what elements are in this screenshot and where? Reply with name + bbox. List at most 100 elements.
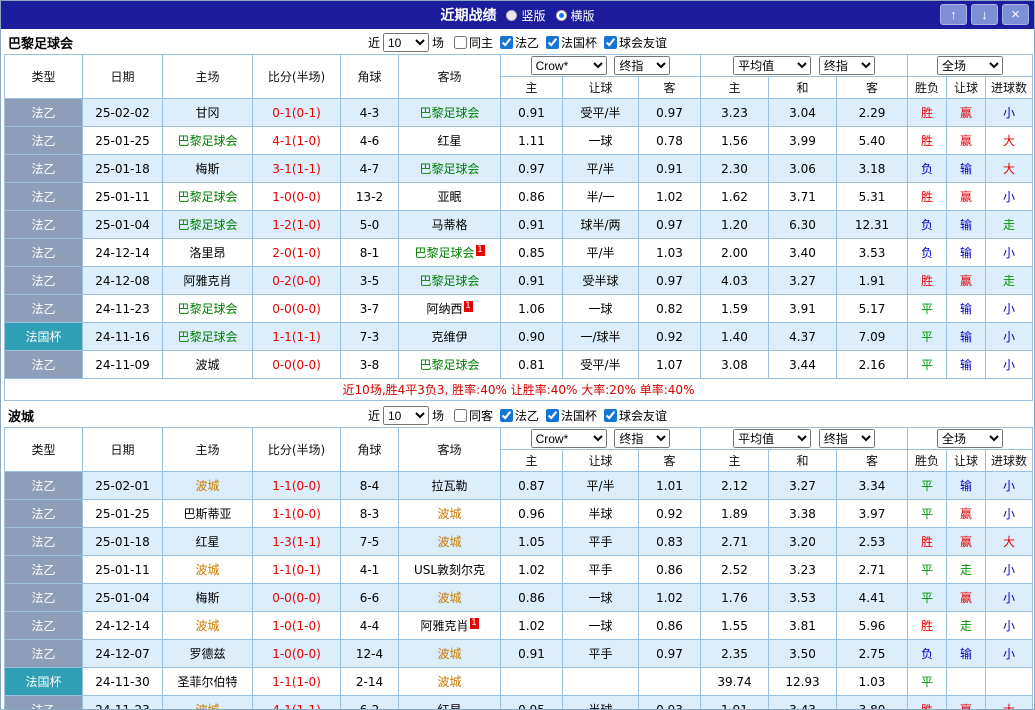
goals-result-cell: 走 (986, 267, 1033, 295)
ah-away-odds-cell: 1.07 (639, 351, 701, 379)
checkbox-icon[interactable] (546, 409, 559, 422)
result-cell: 负 (908, 155, 947, 183)
result-cell: 平 (908, 351, 947, 379)
filter-checkbox-3[interactable]: 球会友谊 (604, 407, 667, 424)
league-cell: 法乙 (5, 696, 83, 710)
league-cell: 法乙 (5, 528, 83, 556)
home-team-cell: 波城 (163, 351, 253, 379)
result-cell: 胜 (908, 696, 947, 710)
home-team-cell: 波城 (163, 612, 253, 640)
filter-checkbox-2[interactable]: 法国杯 (546, 34, 597, 51)
match-count-select[interactable]: 10 (383, 406, 429, 425)
handicap-result-cell: 赢 (947, 500, 986, 528)
checkbox-icon[interactable] (500, 409, 513, 422)
ah-home-odds-cell: 0.90 (501, 323, 563, 351)
checkbox-icon[interactable] (604, 409, 617, 422)
radio-vertical-layout[interactable]: 竖版 (506, 7, 545, 24)
eu-home-odds-cell: 1.20 (701, 211, 769, 239)
close-button[interactable]: × (1002, 4, 1029, 25)
filter-games-label: 场 (432, 34, 444, 51)
ah-line-cell: 平/半 (563, 155, 639, 183)
goals-result-cell: 小 (986, 183, 1033, 211)
corner-cell: 8-3 (341, 500, 399, 528)
radio-horizontal-layout[interactable]: 横版 (556, 7, 595, 24)
odds-company-select[interactable]: Crow* (531, 429, 607, 448)
table-row: 法乙 24-12-08 阿雅克肖 0-2(0-0) 3-5 巴黎足球会 0.91… (5, 267, 1033, 295)
filter-checkbox-1[interactable]: 法乙 (500, 34, 539, 51)
away-team-cell: 克维伊 (399, 323, 501, 351)
date-cell: 25-02-01 (83, 472, 163, 500)
filter-checkbox-3[interactable]: 球会友谊 (604, 34, 667, 51)
team-text: 甘冈 (195, 106, 219, 120)
corner-cell: 8-4 (341, 472, 399, 500)
euro-odds-time-select[interactable]: 终指 (819, 56, 875, 75)
checkbox-icon[interactable] (454, 36, 467, 49)
team-text: 巴黎足球会 (177, 330, 237, 344)
result-scope-select[interactable]: 全场 (937, 429, 1003, 448)
match-count-select[interactable]: 10 (383, 33, 429, 52)
team-sections: 巴黎足球会 近 10 场 同主法乙法国杯球会友谊 类型 日期 主场 (1, 29, 1034, 710)
ah-home-odds-cell: 0.95 (501, 696, 563, 710)
euro-odds-time-select[interactable]: 终指 (819, 429, 875, 448)
league-cell: 法乙 (5, 155, 83, 183)
score-cell: 1-0(0-0) (253, 183, 341, 211)
checkbox-icon[interactable] (454, 409, 467, 422)
team-text: 阿雅克肖 (420, 619, 468, 633)
ah-line-cell: 一球 (563, 584, 639, 612)
ah-home-odds-cell: 1.05 (501, 528, 563, 556)
odds-company-select[interactable]: Crow* (531, 56, 607, 75)
result-scope-select[interactable]: 全场 (937, 56, 1003, 75)
result-cell: 胜 (908, 267, 947, 295)
date-cell: 24-11-16 (83, 323, 163, 351)
euro-odds-source-select[interactable]: 平均值 (733, 429, 811, 448)
date-cell: 25-01-18 (83, 155, 163, 183)
eu-draw-odds-cell: 3.99 (769, 127, 837, 155)
home-team-cell: 波城 (163, 556, 253, 584)
scroll-down-button[interactable]: ↓ (971, 4, 998, 25)
eu-away-odds-cell: 2.29 (837, 99, 908, 127)
eu-draw-odds-cell: 3.23 (769, 556, 837, 584)
team-name: 波城 (8, 406, 34, 425)
eu-away-odds-cell: 2.75 (837, 640, 908, 668)
team-text: 红星 (437, 134, 461, 148)
table-row: 法国杯 24-11-30 圣菲尔伯特 1-1(1-0) 2-14 波城 39.7… (5, 668, 1033, 696)
asian-odds-time-select[interactable]: 终指 (614, 56, 670, 75)
date-cell: 25-01-18 (83, 528, 163, 556)
asian-odds-time-select[interactable]: 终指 (614, 429, 670, 448)
team-text: 拉瓦勒 (431, 479, 467, 493)
filter-games-label: 场 (432, 407, 444, 424)
filter-checkbox-2[interactable]: 法国杯 (546, 407, 597, 424)
ah-home-odds-cell: 1.06 (501, 295, 563, 323)
goals-result-cell: 小 (986, 500, 1033, 528)
handicap-result-cell: 输 (947, 351, 986, 379)
filter-checkbox-0[interactable]: 同主 (454, 34, 493, 51)
checkbox-icon[interactable] (500, 36, 513, 49)
filter-checkbox-1[interactable]: 法乙 (500, 407, 539, 424)
date-cell: 25-02-02 (83, 99, 163, 127)
checkbox-label: 球会友谊 (619, 407, 667, 424)
eu-home-odds-cell: 2.35 (701, 640, 769, 668)
col-header-date: 日期 (83, 55, 163, 99)
checkbox-icon[interactable] (604, 36, 617, 49)
team-text: 波城 (195, 563, 219, 577)
league-cell: 法乙 (5, 295, 83, 323)
handicap-result-cell: 赢 (947, 267, 986, 295)
table-row: 法乙 25-01-04 巴黎足球会 1-2(1-0) 5-0 马蒂格 0.91 … (5, 211, 1033, 239)
handicap-result-cell: 赢 (947, 127, 986, 155)
away-team-cell: 巴黎足球会 (399, 351, 501, 379)
team-name: 巴黎足球会 (8, 33, 73, 52)
home-team-cell: 罗德兹 (163, 640, 253, 668)
euro-odds-source-select[interactable]: 平均值 (733, 56, 811, 75)
home-team-cell: 巴黎足球会 (163, 211, 253, 239)
score-cell: 4-1(1-0) (253, 127, 341, 155)
ah-away-odds-cell: 1.01 (639, 472, 701, 500)
table-row: 法乙 25-01-25 巴黎足球会 4-1(1-0) 4-6 红星 1.11 一… (5, 127, 1033, 155)
score-cell: 1-1(1-1) (253, 323, 341, 351)
checkbox-icon[interactable] (546, 36, 559, 49)
results-tbody: 法乙 25-02-01 波城 1-1(0-0) 8-4 拉瓦勒 0.87 平/半… (5, 472, 1033, 710)
filter-checkbox-0[interactable]: 同客 (454, 407, 493, 424)
scroll-up-button[interactable]: ↑ (940, 4, 967, 25)
league-cell: 法乙 (5, 267, 83, 295)
radio-horizontal-label: 横版 (571, 7, 595, 24)
date-cell: 24-12-07 (83, 640, 163, 668)
